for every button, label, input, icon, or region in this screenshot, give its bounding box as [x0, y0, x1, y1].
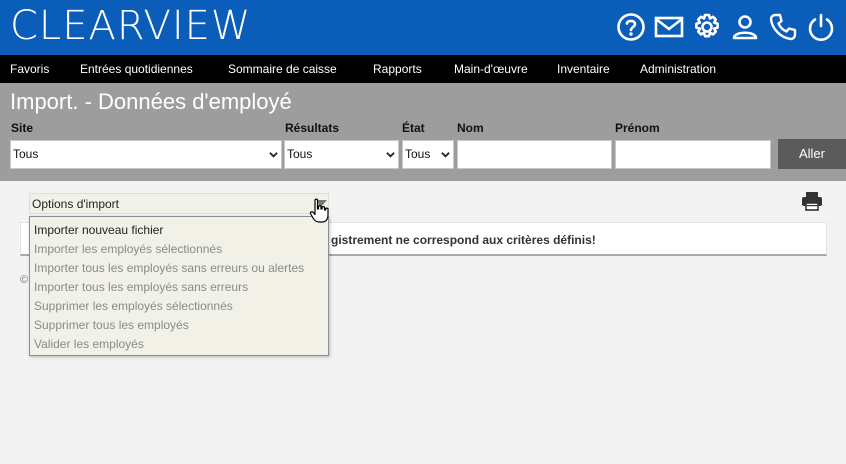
top-header: CLEARVIEW	[0, 0, 846, 55]
etat-select-value: Tous	[405, 147, 431, 161]
go-button[interactable]: Aller	[778, 139, 846, 169]
power-icon[interactable]	[804, 10, 838, 44]
menu-item-sommaire-de-caisse[interactable]: Sommaire de caisse	[228, 55, 337, 83]
nom-label: Nom	[457, 121, 484, 135]
import-options-menu: Importer nouveau fichier Importer les em…	[29, 216, 329, 356]
hand-cursor-icon	[309, 198, 329, 223]
menu-item-supprimer-selectionnes[interactable]: Supprimer les employés sélectionnés	[34, 299, 233, 313]
menu-item-favoris[interactable]: Favoris	[10, 55, 49, 83]
site-label: Site	[11, 121, 34, 135]
chevron-down-icon	[386, 152, 395, 158]
prenom-label: Prénom	[615, 121, 660, 135]
etat-label: État	[402, 121, 425, 135]
header-icons	[610, 10, 838, 44]
prenom-input[interactable]	[615, 140, 771, 169]
print-icon[interactable]	[801, 191, 823, 211]
resultats-select-value: Tous	[287, 147, 313, 161]
site-select-value: Tous	[13, 147, 39, 161]
copyright-text: ©	[20, 274, 29, 286]
nom-input[interactable]	[457, 140, 612, 169]
menu-item-entrees-quotidiennes[interactable]: Entrées quotidiennes	[80, 55, 193, 83]
settings-icon[interactable]	[690, 10, 724, 44]
resultats-label: Résultats	[285, 121, 340, 135]
help-icon[interactable]	[614, 10, 648, 44]
import-options-dropdown[interactable]: Options d'import	[29, 193, 329, 214]
menu-item-importer-sans-erreurs[interactable]: Importer tous les employés sans erreurs	[34, 280, 248, 294]
filter-bar: Import. - Données d'employé Site Résulta…	[0, 83, 846, 181]
menu-item-valider-employes[interactable]: Valider les employés	[34, 337, 144, 351]
menu-item-importer-selectionnes[interactable]: Importer les employés sélectionnés	[34, 242, 222, 256]
site-select[interactable]: Tous	[10, 140, 282, 169]
chevron-down-icon	[269, 152, 278, 158]
menu-item-importer-sans-erreurs-alertes[interactable]: Importer tous les employés sans erreurs …	[34, 261, 304, 275]
user-icon[interactable]	[728, 10, 762, 44]
import-options-label: Options d'import	[32, 197, 119, 211]
chevron-down-icon	[441, 152, 450, 158]
menu-item-main-doeuvre[interactable]: Main-d'œuvre	[454, 55, 528, 83]
menu-item-rapports[interactable]: Rapports	[373, 55, 422, 83]
menu-item-administration[interactable]: Administration	[640, 55, 716, 83]
page-title: Import. - Données d'employé	[10, 89, 292, 114]
no-records-message: gistrement ne correspond aux critères dé…	[331, 233, 596, 247]
menu-item-inventaire[interactable]: Inventaire	[557, 55, 610, 83]
mail-icon[interactable]	[652, 10, 686, 44]
phone-icon[interactable]	[766, 10, 800, 44]
app-logo[interactable]: CLEARVIEW	[10, 4, 251, 48]
main-menu: Favoris Entrées quotidiennes Sommaire de…	[0, 55, 846, 83]
resultats-select[interactable]: Tous	[284, 140, 399, 169]
menu-item-importer-nouveau-fichier[interactable]: Importer nouveau fichier	[34, 223, 163, 237]
menu-item-supprimer-tous[interactable]: Supprimer tous les employés	[34, 318, 189, 332]
etat-select[interactable]: Tous	[402, 140, 454, 169]
